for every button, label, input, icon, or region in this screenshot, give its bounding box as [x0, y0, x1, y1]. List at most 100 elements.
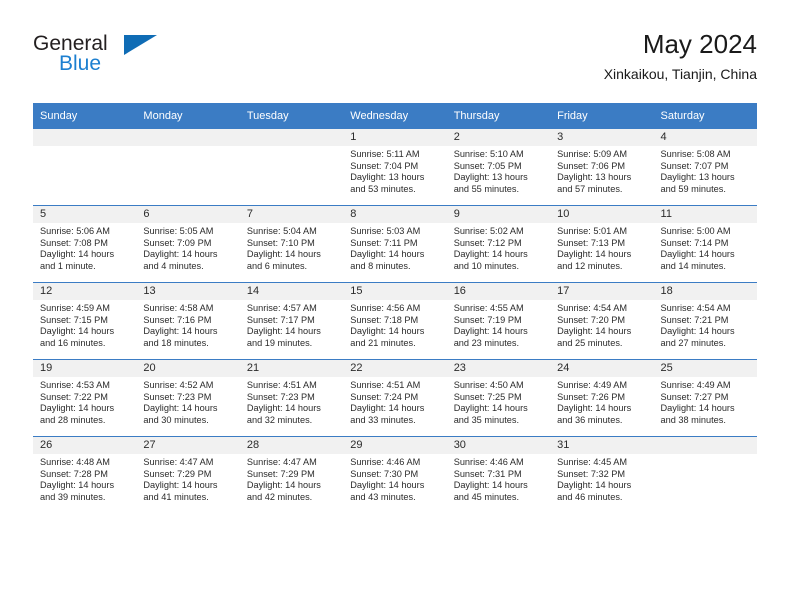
daylight-text-line2: and 42 minutes. — [246, 491, 313, 502]
day-details — [136, 146, 239, 149]
calendar-week-row: 26 Sunrise: 4:48 AM Sunset: 7:28 PM Dayligh… — [33, 436, 757, 513]
sunrise-text: Sunrise: 5:06 AM — [40, 226, 110, 236]
sunset-text: Sunset: 7:29 PM — [246, 468, 315, 479]
weekday-header-sunday: Sunday — [33, 103, 137, 129]
sunrise-text: Sunrise: 5:04 AM — [246, 226, 317, 236]
calendar-day-cell[interactable]: 28 Sunrise: 4:47 AM Sunset: 7:29 PM Dayligh… — [239, 436, 344, 513]
calendar-day-cell[interactable]: 8 Sunrise: 5:03 AM Sunset: 7:11 PM Daylight… — [343, 205, 447, 283]
calendar-day-cell[interactable]: 12 Sunrise: 4:59 AM Sunset: 7:15 PM Dayligh… — [33, 282, 137, 360]
sunset-text: Sunset: 7:09 PM — [143, 237, 212, 248]
day-details: Sunrise: 5:11 AM Sunset: 7:04 PM Daylight:… — [343, 146, 446, 195]
day-number: 10 — [550, 206, 654, 223]
sunset-text: Sunset: 7:08 PM — [40, 237, 108, 248]
day-number: 26 — [33, 437, 137, 454]
daylight-text-line1: Daylight: 14 hours — [143, 326, 218, 337]
sunrise-text: Sunrise: 5:05 AM — [143, 226, 214, 236]
day-number: 16 — [446, 283, 551, 300]
calendar-day-cell[interactable]: 14 Sunrise: 4:57 AM Sunset: 7:17 PM Dayligh… — [239, 282, 344, 360]
calendar-day-cell[interactable]: 5 Sunrise: 5:06 AM Sunset: 7:08 PM Daylight… — [33, 205, 137, 283]
calendar-body: 1 Sunrise: 5:11 AM Sunset: 7:04 PM Daylight… — [33, 128, 757, 513]
calendar-day-cell[interactable]: 1 Sunrise: 5:11 AM Sunset: 7:04 PM Daylight… — [343, 128, 447, 206]
daylight-text-line1: Daylight: 14 hours — [350, 403, 425, 414]
day-number: 17 — [550, 283, 654, 300]
sunset-text: Sunset: 7:13 PM — [557, 237, 626, 248]
weekday-header-tuesday: Tuesday — [239, 103, 344, 129]
calendar-day-cell[interactable]: 4 Sunrise: 5:08 AM Sunset: 7:07 PM Daylight… — [653, 128, 757, 206]
calendar-day-cell[interactable]: 3 Sunrise: 5:09 AM Sunset: 7:06 PM Daylight… — [550, 128, 654, 206]
calendar-day-cell[interactable]: 20 Sunrise: 4:52 AM Sunset: 7:23 PM Dayligh… — [136, 359, 240, 437]
daylight-text-line2: and 36 minutes. — [557, 414, 623, 425]
calendar-day-cell[interactable]: 16 Sunrise: 4:55 AM Sunset: 7:19 PM Dayligh… — [446, 282, 551, 360]
calendar-page: General Blue May 2024 Xinkaikou, Tianjin… — [0, 0, 792, 612]
calendar-day-cell[interactable]: 27 Sunrise: 4:47 AM Sunset: 7:29 PM Dayligh… — [136, 436, 240, 513]
calendar-day-cell[interactable]: 10 Sunrise: 5:01 AM Sunset: 7:13 PM Dayligh… — [550, 205, 654, 283]
calendar-day-cell[interactable]: 13 Sunrise: 4:58 AM Sunset: 7:16 PM Dayligh… — [136, 282, 240, 360]
page-header: General Blue May 2024 Xinkaikou, Tianjin… — [33, 28, 757, 90]
day-details: Sunrise: 5:08 AM Sunset: 7:07 PM Daylight:… — [654, 146, 757, 195]
daylight-text-line2: and 23 minutes. — [453, 337, 520, 348]
daylight-text-line2: and 8 minutes. — [350, 260, 411, 271]
sunset-text: Sunset: 7:29 PM — [143, 468, 212, 479]
calendar-day-cell[interactable]: 15 Sunrise: 4:56 AM Sunset: 7:18 PM Dayligh… — [343, 282, 447, 360]
sunrise-text: Sunrise: 4:46 AM — [350, 457, 421, 467]
general-blue-logo[interactable]: General Blue — [33, 32, 233, 84]
calendar-day-cell[interactable]: 30 Sunrise: 4:46 AM Sunset: 7:31 PM Dayligh… — [446, 436, 551, 513]
sunset-text: Sunset: 7:23 PM — [246, 391, 315, 402]
day-number: 14 — [239, 283, 344, 300]
day-details: Sunrise: 4:45 AM Sunset: 7:32 PM Daylight:… — [550, 454, 653, 503]
sunrise-text: Sunrise: 4:59 AM — [40, 303, 110, 313]
calendar-day-cell[interactable]: 25 Sunrise: 4:49 AM Sunset: 7:27 PM Dayligh… — [653, 359, 757, 437]
sunset-text: Sunset: 7:25 PM — [453, 391, 522, 402]
day-details: Sunrise: 5:01 AM Sunset: 7:13 PM Daylight:… — [550, 223, 653, 272]
calendar-day-cell[interactable]: 19 Sunrise: 4:53 AM Sunset: 7:22 PM Dayligh… — [33, 359, 137, 437]
calendar-week-row: 12 Sunrise: 4:59 AM Sunset: 7:15 PM Dayligh… — [33, 282, 757, 360]
daylight-text-line2: and 12 minutes. — [557, 260, 623, 271]
sunset-text: Sunset: 7:23 PM — [143, 391, 212, 402]
weekday-header-wednesday: Wednesday — [343, 103, 447, 129]
calendar-day-cell[interactable]: 9 Sunrise: 5:02 AM Sunset: 7:12 PM Daylight… — [446, 205, 551, 283]
day-details: Sunrise: 4:57 AM Sunset: 7:17 PM Daylight:… — [240, 300, 343, 349]
calendar-day-cell[interactable]: 17 Sunrise: 4:54 AM Sunset: 7:20 PM Dayligh… — [550, 282, 654, 360]
calendar-week-row: 5 Sunrise: 5:06 AM Sunset: 7:08 PM Daylight… — [33, 205, 757, 283]
sunset-text: Sunset: 7:28 PM — [40, 468, 108, 479]
day-number: 31 — [550, 437, 654, 454]
calendar-day-cell[interactable]: 6 Sunrise: 5:05 AM Sunset: 7:09 PM Daylight… — [136, 205, 240, 283]
calendar-day-cell[interactable]: 31 Sunrise: 4:45 AM Sunset: 7:32 PM Dayligh… — [550, 436, 654, 513]
sunrise-text: Sunrise: 4:52 AM — [143, 380, 214, 390]
day-number: 9 — [446, 206, 551, 223]
day-number: 22 — [343, 360, 447, 377]
sunrise-text: Sunrise: 5:02 AM — [453, 226, 524, 236]
calendar-day-cell[interactable]: 23 Sunrise: 4:50 AM Sunset: 7:25 PM Dayligh… — [446, 359, 551, 437]
daylight-text-line1: Daylight: 13 hours — [557, 172, 632, 183]
daylight-text-line2: and 45 minutes. — [453, 491, 520, 502]
calendar-day-cell[interactable]: 29 Sunrise: 4:46 AM Sunset: 7:30 PM Dayligh… — [343, 436, 447, 513]
daylight-text-line1: Daylight: 13 hours — [660, 172, 735, 183]
calendar-day-cell[interactable]: 21 Sunrise: 4:51 AM Sunset: 7:23 PM Dayligh… — [239, 359, 344, 437]
sunset-text: Sunset: 7:22 PM — [40, 391, 108, 402]
day-number — [653, 437, 757, 454]
daylight-text-line2: and 28 minutes. — [40, 414, 106, 425]
calendar-day-cell[interactable]: 11 Sunrise: 5:00 AM Sunset: 7:14 PM Dayligh… — [653, 205, 757, 283]
day-number: 29 — [343, 437, 447, 454]
day-details: Sunrise: 4:52 AM Sunset: 7:23 PM Daylight:… — [136, 377, 239, 426]
daylight-text-line2: and 18 minutes. — [143, 337, 209, 348]
calendar-day-cell[interactable]: 18 Sunrise: 4:54 AM Sunset: 7:21 PM Dayligh… — [653, 282, 757, 360]
sunrise-text: Sunrise: 4:54 AM — [660, 303, 731, 313]
calendar-day-cell[interactable]: 22 Sunrise: 4:51 AM Sunset: 7:24 PM Dayligh… — [343, 359, 447, 437]
calendar-day-cell[interactable]: 26 Sunrise: 4:48 AM Sunset: 7:28 PM Dayligh… — [33, 436, 137, 513]
daylight-text-line1: Daylight: 14 hours — [40, 403, 115, 414]
day-details: Sunrise: 4:49 AM Sunset: 7:27 PM Daylight:… — [654, 377, 757, 426]
sunset-text: Sunset: 7:05 PM — [453, 160, 522, 171]
daylight-text-line1: Daylight: 13 hours — [350, 172, 425, 183]
daylight-text-line1: Daylight: 14 hours — [557, 403, 632, 414]
calendar-day-cell[interactable]: 7 Sunrise: 5:04 AM Sunset: 7:10 PM Daylight… — [239, 205, 344, 283]
sunrise-text: Sunrise: 4:54 AM — [557, 303, 628, 313]
day-number: 2 — [446, 129, 551, 146]
daylight-text-line2: and 14 minutes. — [660, 260, 726, 271]
daylight-text-line2: and 10 minutes. — [453, 260, 520, 271]
daylight-text-line2: and 55 minutes. — [453, 183, 520, 194]
calendar-day-cell[interactable]: 24 Sunrise: 4:49 AM Sunset: 7:26 PM Dayligh… — [550, 359, 654, 437]
calendar-day-cell[interactable]: 2 Sunrise: 5:10 AM Sunset: 7:05 PM Daylight… — [446, 128, 551, 206]
sunrise-text: Sunrise: 4:58 AM — [143, 303, 214, 313]
sunrise-text: Sunrise: 4:57 AM — [246, 303, 317, 313]
